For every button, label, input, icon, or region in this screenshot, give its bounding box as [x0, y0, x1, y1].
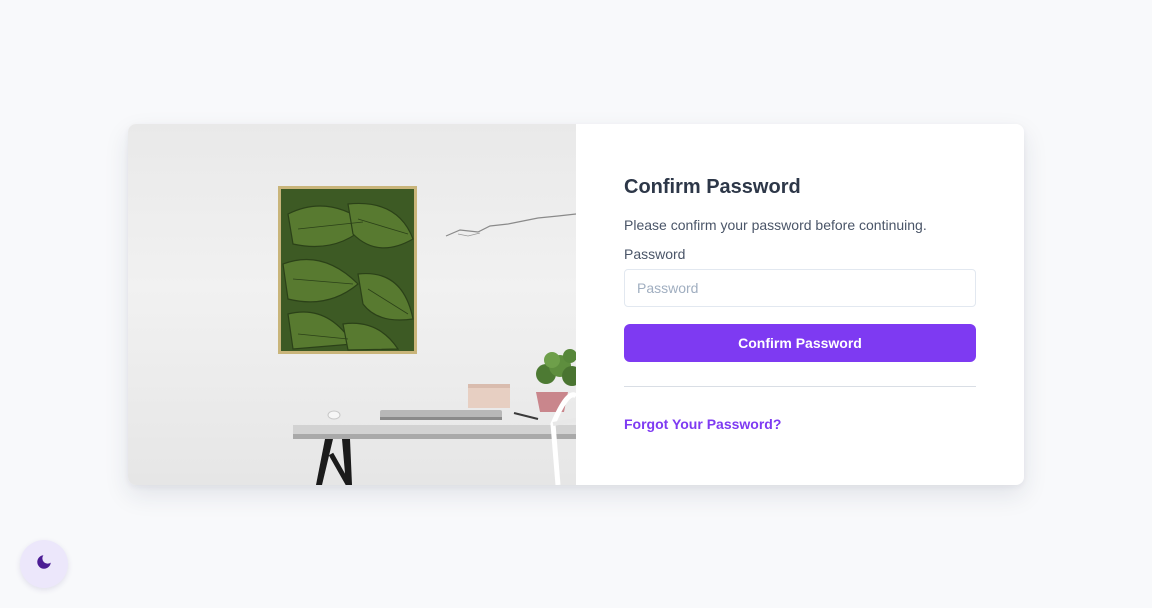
divider: [624, 386, 976, 387]
confirm-password-button[interactable]: Confirm Password: [624, 324, 976, 362]
forgot-password-link[interactable]: Forgot Your Password?: [624, 415, 781, 433]
password-label: Password: [624, 246, 686, 262]
theme-toggle-button[interactable]: [20, 540, 68, 588]
login-card: Confirm Password Please confirm your pas…: [128, 124, 1024, 485]
page-title: Confirm Password: [624, 176, 801, 198]
office-scene-image: [278, 186, 576, 485]
password-input[interactable]: [624, 269, 976, 307]
office-illustration: [128, 124, 576, 485]
moon-icon: [35, 553, 53, 576]
form-description: Please confirm your password before cont…: [624, 217, 927, 233]
confirm-password-form: Confirm Password Please confirm your pas…: [576, 124, 1024, 485]
